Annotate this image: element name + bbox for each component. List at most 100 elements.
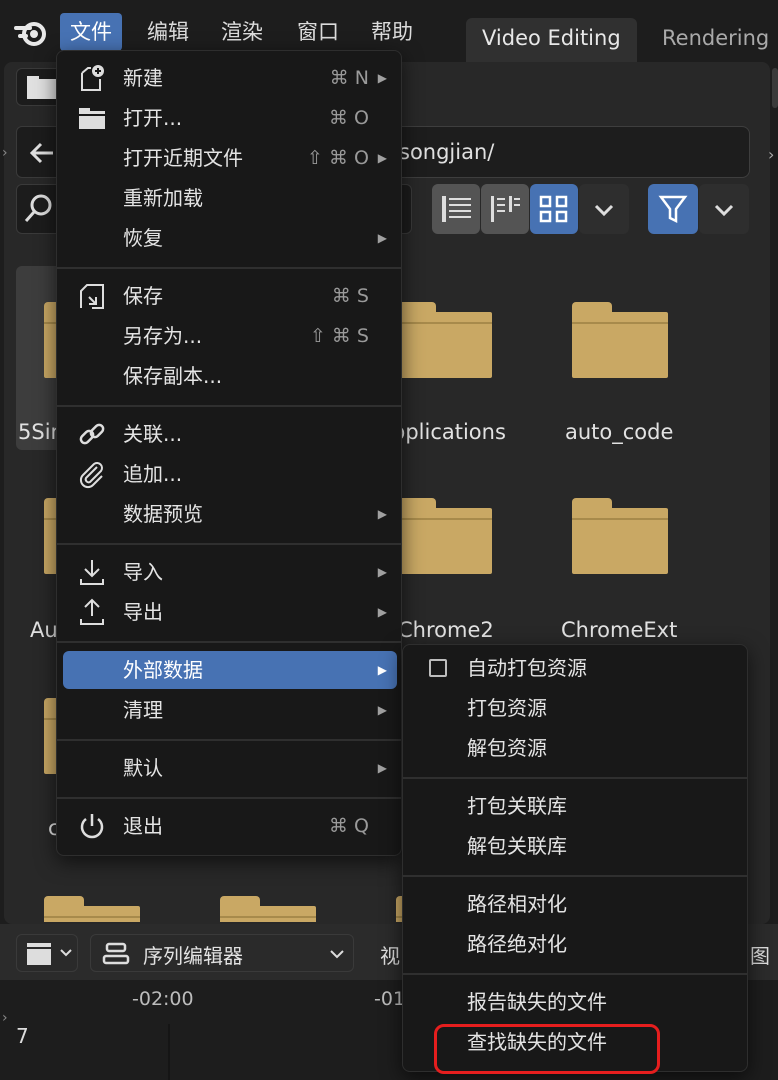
expand-left-icon[interactable]: › <box>2 145 8 161</box>
file-menu: 新建 ⌘ N ▶ 打开... ⌘ O 打开近期文件 ⇧ ⌘ O ▶ 重新加载 恢… <box>56 50 402 856</box>
menu-item-label: 退出 <box>123 814 163 838</box>
folder-icon[interactable] <box>396 498 492 574</box>
editor-type-dropdown[interactable] <box>16 934 78 972</box>
menu-item-clean-up[interactable]: 清理 ▶ <box>63 691 397 729</box>
folder-icon[interactable] <box>220 896 316 922</box>
folder-icon[interactable] <box>44 896 140 922</box>
menu-item-label: 关联... <box>123 422 183 446</box>
shortcut: ⌘ Q <box>329 815 369 837</box>
menu-item-pack-linked[interactable]: 打包关联库 <box>403 787 747 825</box>
menu-item-recover[interactable]: 恢复 ▶ <box>63 219 397 257</box>
grid-line <box>168 1024 170 1080</box>
import-icon <box>80 560 104 585</box>
menu-separator <box>403 973 747 975</box>
submenu-arrow-icon: ▶ <box>377 605 387 619</box>
tab-rendering[interactable]: Rendering <box>646 18 778 62</box>
blender-logo-icon[interactable] <box>14 16 50 50</box>
menu-item-label: 打开近期文件 <box>123 146 243 170</box>
menu-render[interactable]: 渲染 <box>211 13 273 51</box>
menu-item-defaults[interactable]: 默认 ▶ <box>63 749 397 787</box>
display-options-dropdown[interactable] <box>579 184 629 234</box>
menu-separator <box>403 875 747 877</box>
menu-item-open-recent[interactable]: 打开近期文件 ⇧ ⌘ O ▶ <box>63 139 397 177</box>
menu-item-label: 导出 <box>123 600 163 624</box>
display-list-horizontal-button[interactable] <box>481 184 529 234</box>
sequencer-icon <box>102 942 130 965</box>
filter-toggle-button[interactable] <box>648 184 698 234</box>
menu-item-data-previews[interactable]: 数据预览 ▶ <box>63 495 397 533</box>
menu-item-make-paths-absolute[interactable]: 路径绝对化 <box>403 925 747 963</box>
shortcut: ⇧ ⌘ S <box>309 325 369 347</box>
menu-item-label: 打开... <box>123 106 183 130</box>
link-icon <box>79 423 105 445</box>
menu-item-report-missing-files[interactable]: 报告缺失的文件 <box>403 983 747 1021</box>
menu-item-label: 追加... <box>123 462 183 486</box>
folder-label[interactable]: auto_code <box>565 420 673 444</box>
menu-separator <box>57 543 401 545</box>
menu-help[interactable]: 帮助 <box>361 13 423 51</box>
image-menu[interactable]: 图 <box>750 940 770 969</box>
checkbox[interactable] <box>429 659 447 677</box>
sequencer-view-dropdown[interactable]: 序列编辑器 <box>90 934 354 972</box>
menu-item-save[interactable]: 保存 ⌘ S <box>63 277 397 315</box>
menu-item-quit[interactable]: 退出 ⌘ Q <box>63 807 397 845</box>
paperclip-icon <box>79 462 103 489</box>
menu-item-label: 解包关联库 <box>467 834 567 858</box>
folder-label[interactable]: Au <box>30 618 58 642</box>
folder-label[interactable]: Chrome2 <box>398 618 494 642</box>
time-mark: -02:00 <box>132 988 194 1010</box>
folder-icon[interactable] <box>572 302 668 378</box>
list-horizontal-icon <box>491 196 520 222</box>
submenu-arrow-icon: ▶ <box>377 71 387 85</box>
menu-item-append[interactable]: 追加... <box>63 455 397 493</box>
chevron-down-icon <box>594 204 614 217</box>
path-field[interactable]: songjian/ <box>392 126 750 178</box>
folder-label[interactable]: pplications <box>392 420 506 444</box>
folder-label[interactable]: ChromeExt <box>561 618 677 642</box>
menu-edit[interactable]: 编辑 <box>137 13 199 51</box>
menu-item-autopack[interactable]: 自动打包资源 <box>403 649 747 687</box>
annotation-highlight-box <box>434 1024 660 1074</box>
menu-item-label: 保存副本... <box>123 364 223 388</box>
menu-item-import[interactable]: 导入 ▶ <box>63 553 397 591</box>
save-icon <box>80 284 104 309</box>
menu-item-label: 另存为... <box>123 324 203 348</box>
search-icon <box>24 194 52 222</box>
folder-icon[interactable] <box>572 498 668 574</box>
menu-item-new[interactable]: 新建 ⌘ N ▶ <box>63 59 397 97</box>
menu-item-unpack-resources[interactable]: 解包资源 <box>403 729 747 767</box>
menu-item-export[interactable]: 导出 ▶ <box>63 593 397 631</box>
menu-item-unpack-linked[interactable]: 解包关联库 <box>403 827 747 865</box>
submenu-arrow-icon: ▶ <box>377 761 387 775</box>
display-list-vertical-button[interactable] <box>432 184 480 234</box>
menu-separator <box>57 797 401 799</box>
menu-item-link[interactable]: 关联... <box>63 415 397 453</box>
menu-window[interactable]: 窗口 <box>287 13 349 51</box>
menu-item-label: 导入 <box>123 560 163 584</box>
display-thumbnails-button[interactable] <box>530 184 578 234</box>
view-menu[interactable]: 视 <box>380 940 400 969</box>
menu-item-save-as[interactable]: 另存为... ⇧ ⌘ S <box>63 317 397 355</box>
expand-left-icon[interactable]: › <box>2 1010 8 1026</box>
menu-item-make-paths-relative[interactable]: 路径相对化 <box>403 885 747 923</box>
submenu-arrow-icon: ▶ <box>377 663 387 677</box>
menu-item-label: 路径相对化 <box>467 892 567 916</box>
menu-item-save-copy[interactable]: 保存副本... <box>63 357 397 395</box>
menu-item-label: 恢复 <box>123 226 163 250</box>
menu-item-label: 自动打包资源 <box>467 656 587 680</box>
menu-file[interactable]: 文件 <box>60 13 122 51</box>
menu-item-open[interactable]: 打开... ⌘ O <box>63 99 397 137</box>
list-vertical-icon <box>442 196 471 222</box>
external-data-submenu: 自动打包资源 打包资源 解包资源 打包关联库 解包关联库 路径相对化 路径绝对化… <box>402 644 748 1072</box>
menu-item-revert[interactable]: 重新加载 <box>63 179 397 217</box>
folder-open-icon <box>79 108 105 129</box>
menu-item-pack-resources[interactable]: 打包资源 <box>403 689 747 727</box>
folder-icon[interactable] <box>396 302 492 378</box>
menu-item-external-data[interactable]: 外部数据 ▶ <box>63 651 397 689</box>
channel-number: 7 <box>16 1024 29 1048</box>
filter-options-dropdown[interactable] <box>699 184 749 234</box>
expand-right-icon[interactable]: › <box>768 145 774 164</box>
scroll-handle[interactable] <box>772 68 778 108</box>
shortcut: ⌘ N <box>329 67 369 89</box>
tab-video-editing[interactable]: Video Editing <box>466 18 637 62</box>
